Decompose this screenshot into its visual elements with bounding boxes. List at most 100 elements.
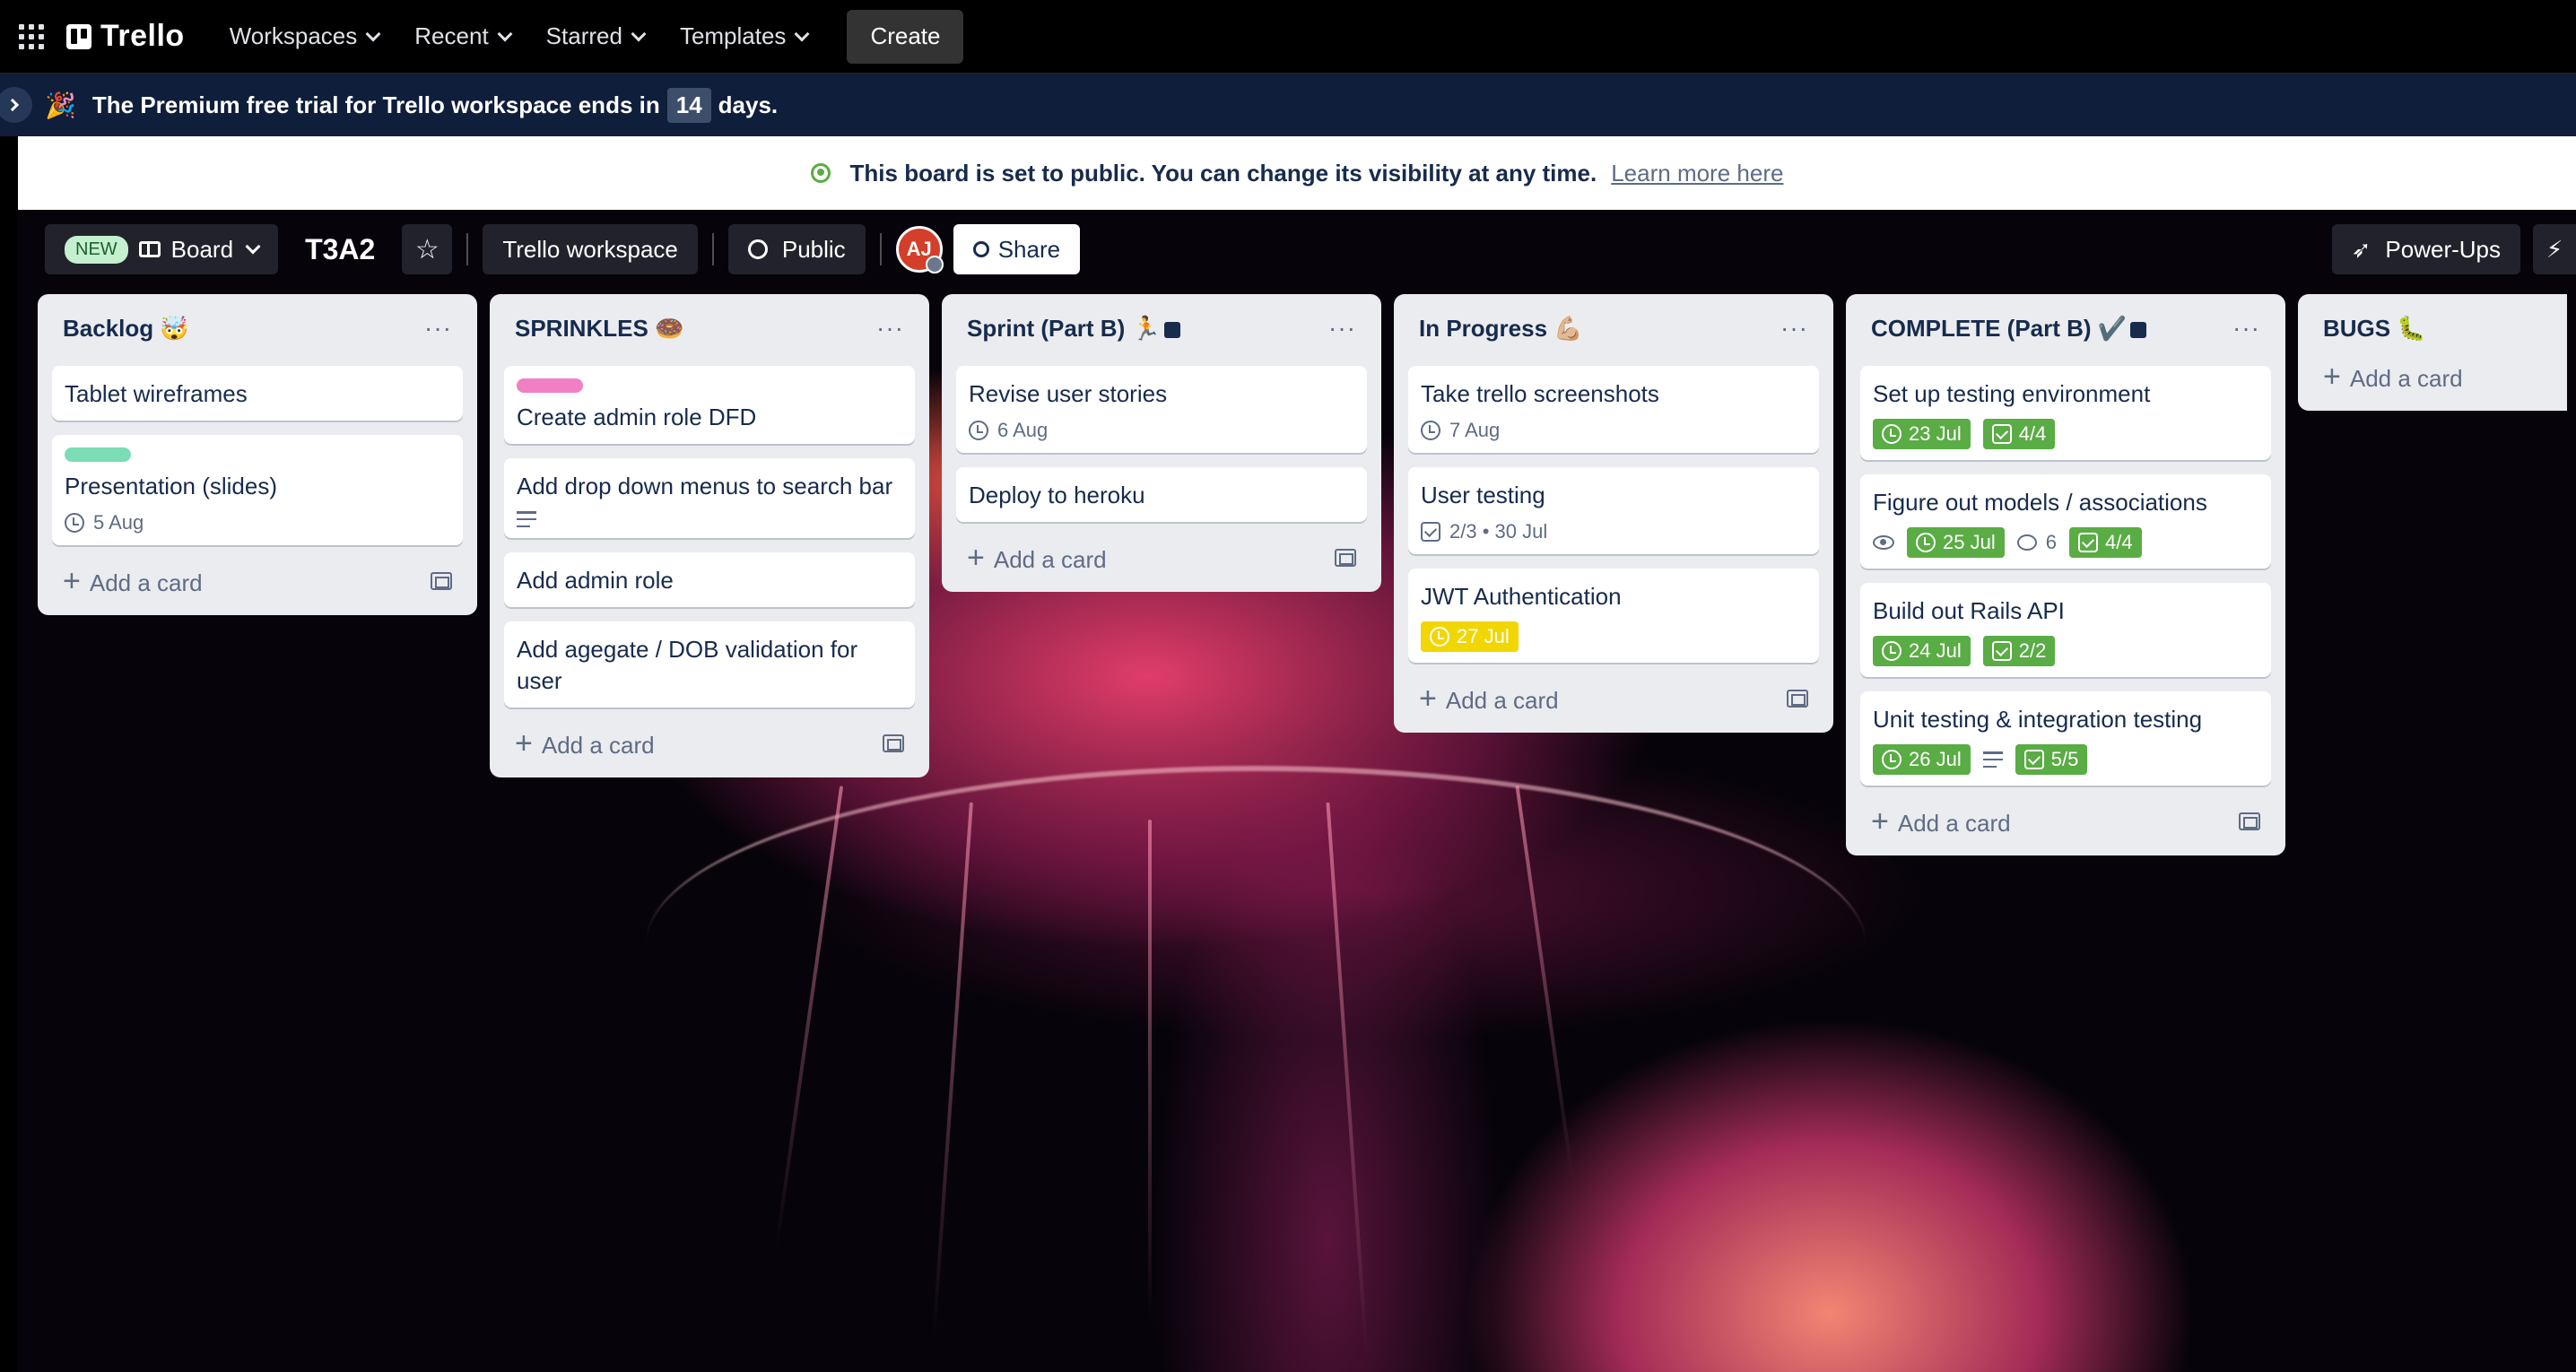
add-card-label: Add a card	[541, 731, 655, 759]
list-menu-icon[interactable]: ···	[1780, 314, 1808, 343]
due-date-badge[interactable]: 6 Aug	[969, 419, 1048, 442]
add-card-button[interactable]: + Add a card	[1871, 806, 2011, 838]
card-label[interactable]	[65, 447, 131, 462]
list-title[interactable]: In Progress 💪🏼	[1419, 315, 1583, 343]
nav-recent[interactable]: Recent	[396, 11, 527, 63]
checklist-badge[interactable]: 2/2	[1982, 636, 2056, 666]
avatar[interactable]: AJ	[895, 226, 944, 274]
list-menu-icon[interactable]: ···	[2232, 314, 2260, 343]
add-card-label: Add a card	[993, 545, 1107, 573]
due-date-badge[interactable]: 27 Jul	[1421, 621, 1519, 652]
card[interactable]: Figure out models / associations 25 Jul …	[1860, 474, 2271, 569]
clock-icon	[1882, 750, 1902, 769]
public-notice: This board is set to public. You can cha…	[18, 136, 2576, 210]
checklist-badge[interactable]: 2/3 • 30 Jul	[1421, 520, 1547, 543]
add-card-button[interactable]: + Add a card	[63, 566, 203, 597]
create-button[interactable]: Create	[847, 9, 964, 64]
list-title[interactable]: SPRINKLES 🍩	[515, 315, 683, 343]
power-ups-label: Power-Ups	[2385, 235, 2501, 263]
card[interactable]: Take trello screenshots 7 Aug	[1408, 366, 1819, 453]
card-template-icon[interactable]	[431, 572, 452, 590]
card[interactable]: Create admin role DFD	[504, 366, 915, 444]
due-date-text: 26 Jul	[1909, 748, 1962, 770]
card[interactable]: Add agegate / DOB validation for user	[504, 621, 915, 708]
card[interactable]: Deploy to heroku	[956, 467, 1367, 522]
card[interactable]: Tablet wireframes	[52, 366, 463, 421]
clock-icon	[1430, 627, 1449, 647]
checklist-icon	[1991, 641, 2012, 661]
list-header[interactable]: In Progress 💪🏼 ···	[1408, 305, 1819, 352]
card-label[interactable]	[517, 378, 583, 393]
power-ups-button[interactable]: ➶ Power-Ups	[2331, 224, 2520, 274]
checklist-icon	[1421, 522, 1440, 542]
checklist-badge[interactable]: 4/4	[1982, 419, 2056, 449]
add-card-button[interactable]: + Add a card	[2323, 361, 2463, 393]
add-card-button[interactable]: + Add a card	[967, 543, 1107, 574]
share-button[interactable]: Share	[953, 224, 1081, 274]
add-card-row: + Add a card	[504, 718, 915, 768]
nav-templates[interactable]: Templates	[662, 11, 826, 63]
list-header[interactable]: BUGS 🐛	[2312, 305, 2553, 352]
trello-logo[interactable]: Trello	[66, 19, 185, 54]
learn-more-link[interactable]: Learn more here	[1611, 160, 1783, 187]
list-title[interactable]: Backlog 🤯	[63, 315, 189, 343]
card[interactable]: Unit testing & integration testing 26 Ju…	[1860, 691, 2271, 786]
list-menu-icon[interactable]: ···	[424, 314, 452, 343]
sidebar-expand-button[interactable]	[0, 87, 32, 123]
automation-button[interactable]: ⚡	[2533, 224, 2576, 274]
card-template-icon[interactable]	[2239, 812, 2260, 830]
add-card-label: Add a card	[1897, 809, 2011, 837]
workspace-button[interactable]: Trello workspace	[483, 224, 698, 274]
add-card-button[interactable]: + Add a card	[515, 728, 655, 760]
due-date-badge[interactable]: 25 Jul	[1907, 527, 2005, 558]
card[interactable]: Set up testing environment 23 Jul 4/4	[1860, 366, 2271, 460]
list-menu-icon[interactable]: ···	[876, 314, 904, 343]
card[interactable]: Add drop down menus to search bar	[504, 458, 915, 538]
plus-icon: +	[1419, 681, 1437, 716]
checklist-badge[interactable]: 4/4	[2068, 527, 2142, 558]
visibility-button[interactable]: Public	[727, 224, 866, 274]
checklist-icon	[2077, 533, 2098, 552]
card[interactable]: JWT Authentication 27 Jul	[1408, 569, 1819, 663]
chevron-down-icon	[245, 239, 261, 255]
due-date-badge[interactable]: 23 Jul	[1873, 419, 1971, 449]
trial-days: 14	[666, 87, 711, 123]
list-title[interactable]: Sprint (Part B) 🏃	[967, 315, 1180, 343]
view-switcher[interactable]: NEW Board	[45, 224, 279, 274]
star-button[interactable]: ☆	[402, 224, 453, 274]
card-badges: 6 Aug	[969, 419, 1354, 442]
card[interactable]: Build out Rails API 24 Jul 2/2	[1860, 583, 2271, 677]
list-menu-icon[interactable]: ···	[1328, 314, 1356, 343]
due-date-badge[interactable]: 7 Aug	[1421, 419, 1500, 442]
nav-starred[interactable]: Starred	[528, 11, 662, 63]
list-header[interactable]: Backlog 🤯 ···	[52, 305, 463, 352]
card[interactable]: Add admin role	[504, 552, 915, 607]
due-date-text: 23 Jul	[1909, 422, 1962, 445]
board-title[interactable]: T3A2	[305, 233, 375, 266]
card[interactable]: Presentation (slides) 5 Aug	[52, 435, 463, 545]
add-card-button[interactable]: + Add a card	[1419, 683, 1559, 715]
jellyfish-rim	[646, 766, 1866, 945]
due-date-badge[interactable]: 26 Jul	[1873, 744, 1971, 775]
due-date-text: 25 Jul	[1943, 531, 1996, 553]
card-template-icon[interactable]	[1787, 690, 1808, 708]
card[interactable]: Revise user stories 6 Aug	[956, 366, 1367, 453]
app-switcher-icon[interactable]	[13, 18, 50, 56]
list-header[interactable]: SPRINKLES 🍩 ···	[504, 305, 915, 352]
list-title[interactable]: COMPLETE (Part B) ✔️	[1871, 314, 2147, 343]
nav-workspaces[interactable]: Workspaces	[212, 11, 397, 63]
card[interactable]: User testing 2/3 • 30 Jul	[1408, 467, 1819, 554]
new-badge: NEW	[65, 235, 128, 264]
list-header[interactable]: Sprint (Part B) 🏃 ···	[956, 305, 1367, 352]
add-card-label: Add a card	[2349, 364, 2463, 392]
add-card-label: Add a card	[89, 569, 203, 596]
due-date-badge[interactable]: 5 Aug	[65, 511, 144, 534]
checklist-badge[interactable]: 5/5	[2015, 744, 2088, 775]
list-title-text: COMPLETE (Part B) ✔️	[1871, 314, 2128, 342]
card-template-icon[interactable]	[883, 734, 904, 752]
card-template-icon[interactable]	[1335, 549, 1356, 567]
list-title[interactable]: BUGS 🐛	[2323, 315, 2426, 343]
list-header[interactable]: COMPLETE (Part B) ✔️ ···	[1860, 305, 2271, 352]
due-date-badge[interactable]: 24 Jul	[1873, 636, 1971, 666]
plus-icon: +	[63, 563, 81, 598]
